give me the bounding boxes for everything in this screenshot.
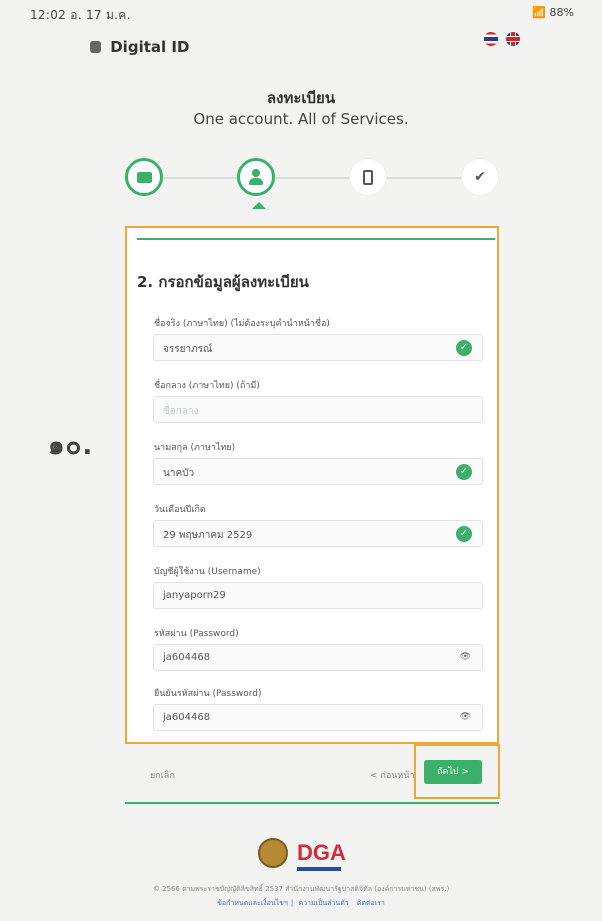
last-name-field[interactable]: นาคบัว ✓ (153, 458, 483, 485)
uk-flag-icon[interactable] (506, 31, 521, 46)
confirm-password-field[interactable]: ja604468 👁 (153, 704, 483, 731)
brand-icon (90, 41, 101, 53)
step-phone (349, 158, 387, 196)
dga-logo: DGA (297, 840, 346, 865)
middle-name-placeholder: ชื่อกลาง (163, 406, 199, 417)
eye-icon[interactable]: 👁 (460, 652, 471, 662)
active-step-pointer (252, 202, 266, 209)
phone-icon (363, 169, 373, 185)
app-bar: Digital ID (0, 26, 602, 70)
first-name-field[interactable]: จรรยาภรณ์ ✓ (153, 334, 483, 361)
dga-logo-bar (297, 867, 341, 871)
battery-level: 88% (549, 6, 574, 19)
status-right: 📶 88% (532, 6, 574, 19)
wifi-icon: 📶 (532, 6, 547, 19)
first-name-label: ชื่อจริง (ภาษาไทย) (ไม่ต้องระบุคำนำหน้าช… (154, 319, 330, 329)
step-connector (387, 177, 461, 179)
form-heading: 2. กรอกข้อมูลผู้ลงทะเบียน (137, 273, 309, 291)
step-user (237, 158, 275, 196)
form-bottom-divider (125, 802, 499, 804)
check-icon: ✔ (474, 169, 486, 185)
valid-check-icon: ✓ (456, 464, 472, 480)
previous-link[interactable]: < ก่อนหน้า (370, 768, 415, 782)
middle-name-label: ชื่อกลาง (ภาษาไทย) (ถ้ามี) (154, 381, 260, 391)
terms-link[interactable]: ข้อกำหนดและเงื่อนไขฯ (217, 899, 288, 907)
next-button[interactable]: ถัดไป > (424, 760, 482, 784)
password-value: ja604468 (163, 652, 211, 663)
step-card (125, 158, 163, 196)
password-field[interactable]: ja604468 👁 (153, 644, 483, 671)
middle-name-field[interactable]: ชื่อกลาง (153, 396, 483, 423)
privacy-link[interactable]: ความเป็นส่วนตัว (298, 899, 348, 907)
registration-form-card: 2. กรอกข้อมูลผู้ลงทะเบียน ชื่อจริง (ภาษา… (125, 226, 499, 744)
form-top-divider (137, 238, 495, 240)
step-check: ✔ (461, 158, 499, 196)
status-bar: 12:02 อ. 17 ม.ค. 📶 88% (0, 0, 602, 26)
card-icon (136, 171, 152, 183)
footer-links: ข้อกำหนดและเงื่อนไขฯ | ความเป็นส่วนตัว ติ… (217, 899, 385, 907)
step-connector (275, 177, 349, 179)
cancel-link[interactable]: ยกเลิก (150, 768, 175, 782)
side-annotation-number: ๑๐. (48, 431, 94, 461)
page-subtitle: One account. All of Services. (193, 110, 409, 128)
username-value: janyaporn29 (163, 590, 226, 601)
brand-label: Digital ID (110, 38, 190, 56)
first-name-value: จรรยาภรณ์ (163, 344, 213, 355)
step-connector (163, 177, 237, 179)
status-time: 12:02 (30, 8, 67, 22)
birthdate-field[interactable]: 29 พฤษภาคม 2529 ✓ (153, 520, 483, 547)
language-switcher (484, 28, 523, 47)
contact-link[interactable]: ติดต่อเรา (357, 899, 385, 907)
valid-check-icon: ✓ (456, 340, 472, 356)
confirm-password-label: ยืนยันรหัสผ่าน (Password) (154, 689, 262, 699)
eye-icon[interactable]: 👁 (460, 712, 471, 722)
birthdate-value: 29 พฤษภาคม 2529 (163, 530, 253, 541)
user-icon (248, 169, 264, 185)
username-field[interactable]: janyaporn29 (153, 582, 483, 609)
government-seal-icon (258, 838, 288, 868)
registration-stepper: ✔ (125, 158, 499, 214)
status-left: 12:02 อ. 17 ม.ค. (30, 6, 131, 25)
valid-check-icon: ✓ (456, 526, 472, 542)
last-name-value: นาคบัว (163, 468, 195, 479)
page-title: ลงทะเบียน (266, 89, 336, 107)
copyright-text: © 2566 ตามพระราชบัญญัติลิขสิทธิ์ 2537 สำ… (152, 885, 450, 893)
username-label: บัญชีผู้ใช้งาน (Username) (154, 567, 261, 577)
confirm-password-value: ja604468 (163, 712, 211, 723)
status-date: อ. 17 ม.ค. (70, 8, 131, 22)
last-name-label: นามสกุล (ภาษาไทย) (154, 443, 236, 453)
birthdate-label: วันเดือนปีเกิด (154, 505, 206, 515)
password-label: รหัสผ่าน (Password) (154, 629, 239, 639)
brand[interactable]: Digital ID (90, 38, 189, 56)
thai-flag-icon[interactable] (484, 31, 498, 46)
